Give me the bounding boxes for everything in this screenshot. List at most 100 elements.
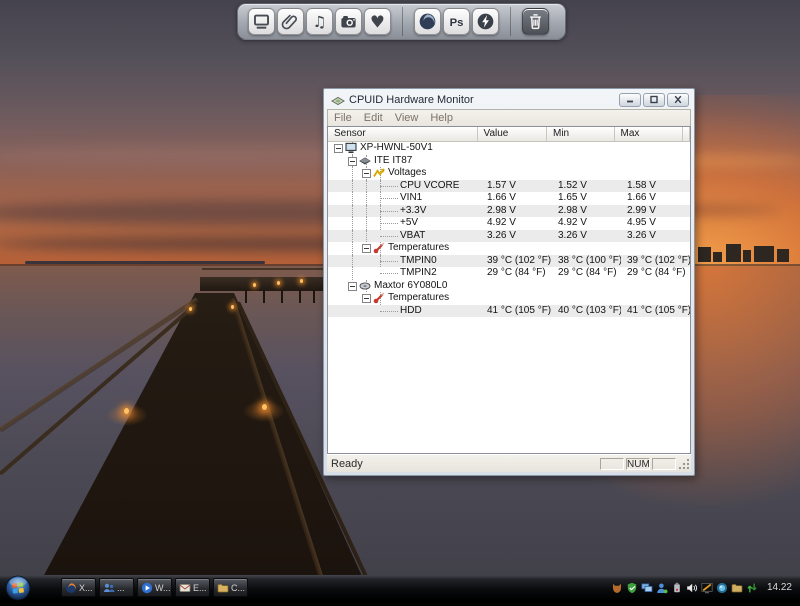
column-header-min[interactable]: Min xyxy=(547,127,615,141)
network-activity-icon[interactable] xyxy=(746,581,759,594)
taskbar-button-email[interactable]: E... xyxy=(175,578,210,597)
dual-monitor-icon[interactable] xyxy=(641,581,654,594)
sensor-value: 29 °C (84 °F) xyxy=(481,267,552,280)
resize-grip[interactable] xyxy=(678,458,691,471)
sensor-row-vbat[interactable]: VBAT3.26 V3.26 V3.26 V xyxy=(328,230,690,243)
sensor-row-cpu-vcore[interactable]: CPU VCORE1.57 V1.52 V1.58 V xyxy=(328,180,690,193)
tree-guide-line xyxy=(352,192,353,205)
cpuid-hardware-monitor-window: CPUID Hardware Monitor FileEditViewHelp … xyxy=(323,88,695,476)
status-panel-scroll xyxy=(652,458,676,470)
tree-node-voltages[interactable]: Voltages xyxy=(328,167,690,180)
menu-item-edit[interactable]: Edit xyxy=(358,112,389,124)
menu-item-help[interactable]: Help xyxy=(424,112,459,124)
close-button[interactable] xyxy=(667,93,689,107)
table-header: SensorValueMinMax xyxy=(328,127,690,142)
tree-node-xp-hwnl-50v1[interactable]: XP-HWNL-50V1 xyxy=(328,142,690,155)
taskbar-button-people[interactable]: ... xyxy=(99,578,134,597)
hardware-monitor-icon[interactable] xyxy=(701,581,714,594)
column-header-sensor[interactable]: Sensor xyxy=(328,127,478,141)
tree-guide-line xyxy=(366,180,367,193)
minimize-button[interactable] xyxy=(619,93,641,107)
dock-button-camera[interactable] xyxy=(335,8,362,35)
sensor-min: 29 °C (84 °F) xyxy=(552,267,621,280)
far-shore xyxy=(25,261,265,264)
dock-button-music[interactable]: ♫ xyxy=(306,8,333,35)
user-icon[interactable] xyxy=(656,581,669,594)
fox-icon[interactable] xyxy=(611,581,624,594)
volume-icon[interactable] xyxy=(686,581,699,594)
dock-button-firefox[interactable] xyxy=(414,8,441,35)
firefox-icon xyxy=(65,582,77,594)
tree-guide-line xyxy=(352,230,353,243)
dock-button-computer[interactable] xyxy=(248,8,275,35)
taskbar-button-folder[interactable]: C... xyxy=(213,578,248,597)
tree-node-temperatures[interactable]: Temperatures xyxy=(328,242,690,255)
tree-node-ite-it87[interactable]: ITE IT87 xyxy=(328,155,690,168)
expander-collapse-box[interactable] xyxy=(362,169,371,178)
taskbar-button-label: ... xyxy=(117,583,125,593)
taskbar-clock[interactable]: 14.22 xyxy=(767,582,792,593)
shield-icon[interactable] xyxy=(626,581,639,594)
sensor-row-hdd[interactable]: HDD41 °C (105 °F)40 °C (103 °F)41 °C (10… xyxy=(328,305,690,318)
sensor-max: 39 °C (102 °F) xyxy=(621,255,691,268)
photoshop-icon: Ps xyxy=(447,12,466,31)
sensor-tree: XP-HWNL-50V1ITE IT87VoltagesCPU VCORE1.5… xyxy=(328,142,690,453)
dock-button-photoshop[interactable]: Ps xyxy=(443,8,470,35)
temperature-icon xyxy=(373,292,385,304)
start-button[interactable] xyxy=(5,575,31,601)
pier-light xyxy=(124,408,129,414)
people-icon xyxy=(103,582,115,594)
sensor-max: 41 °C (105 °F) xyxy=(621,305,691,318)
taskbar-button-firefox[interactable]: X... xyxy=(61,578,96,597)
computer-icon xyxy=(345,142,357,154)
titlebar[interactable]: CPUID Hardware Monitor xyxy=(327,89,691,109)
trash-icon xyxy=(526,12,545,31)
taskbar-button-media-player[interactable]: W... xyxy=(137,578,172,597)
expander-collapse-box[interactable] xyxy=(348,157,357,166)
sensor-row-tmpin2[interactable]: TMPIN229 °C (84 °F)29 °C (84 °F)29 °C (8… xyxy=(328,267,690,280)
column-header-max[interactable]: Max xyxy=(615,127,684,141)
expander-collapse-box[interactable] xyxy=(362,294,371,303)
pier-post xyxy=(281,290,283,303)
dock-button-favorites[interactable]: ♥ xyxy=(364,8,391,35)
building-silhouette xyxy=(698,247,711,262)
dock-button-launcher[interactable] xyxy=(472,8,499,35)
tree-guide-line xyxy=(352,205,353,218)
tree-leaf-stub xyxy=(380,186,398,187)
expander-collapse-box[interactable] xyxy=(362,244,371,253)
sensor-row-vin1[interactable]: VIN11.66 V1.65 V1.66 V xyxy=(328,192,690,205)
dock-button-attachments[interactable] xyxy=(277,8,304,35)
building-silhouette xyxy=(754,246,774,262)
maximize-button[interactable] xyxy=(643,93,665,107)
menu-item-view[interactable]: View xyxy=(389,112,425,124)
sensor-row-+5v[interactable]: +5V4.92 V4.92 V4.95 V xyxy=(328,217,690,230)
attachments-icon xyxy=(281,12,300,31)
sensor-label: +5V xyxy=(400,217,418,230)
expander-collapse-box[interactable] xyxy=(348,282,357,291)
sensor-label: Voltages xyxy=(388,167,426,180)
tree-leaf-stub xyxy=(380,273,398,274)
menu-item-file[interactable]: File xyxy=(328,112,358,124)
sensor-min: 2.98 V xyxy=(552,205,621,218)
sensor-max: 1.58 V xyxy=(621,180,691,193)
tree-node-temperatures[interactable]: Temperatures xyxy=(328,292,690,305)
sensor-row-tmpin0[interactable]: TMPIN039 °C (102 °F)38 °C (100 °F)39 °C … xyxy=(328,255,690,268)
column-header-value[interactable]: Value xyxy=(478,127,547,141)
sensor-label: CPU VCORE xyxy=(400,180,459,193)
task-buttons: X...... W...E...C... xyxy=(61,578,248,597)
folder-sync-icon[interactable] xyxy=(731,581,744,594)
tree-leaf-stub xyxy=(380,211,398,212)
tree-leaf-stub xyxy=(380,198,398,199)
dock-button-trash[interactable] xyxy=(522,8,549,35)
sensor-max: 4.95 V xyxy=(621,217,691,230)
sensor-table: SensorValueMinMax XP-HWNL-50V1ITE IT87Vo… xyxy=(327,126,691,454)
tree-node-maxtor-6y080l0[interactable]: Maxtor 6Y080L0 xyxy=(328,280,690,293)
expander-collapse-box[interactable] xyxy=(334,144,343,153)
sensor-row-+3.3v[interactable]: +3.3V2.98 V2.98 V2.99 V xyxy=(328,205,690,218)
usb-device-icon[interactable] xyxy=(671,581,684,594)
sensor-min: 1.65 V xyxy=(552,192,621,205)
column-header-filler xyxy=(683,127,690,141)
building-silhouette xyxy=(777,249,789,262)
tree-leaf-stub xyxy=(380,261,398,262)
camera-lens-icon[interactable] xyxy=(716,581,729,594)
